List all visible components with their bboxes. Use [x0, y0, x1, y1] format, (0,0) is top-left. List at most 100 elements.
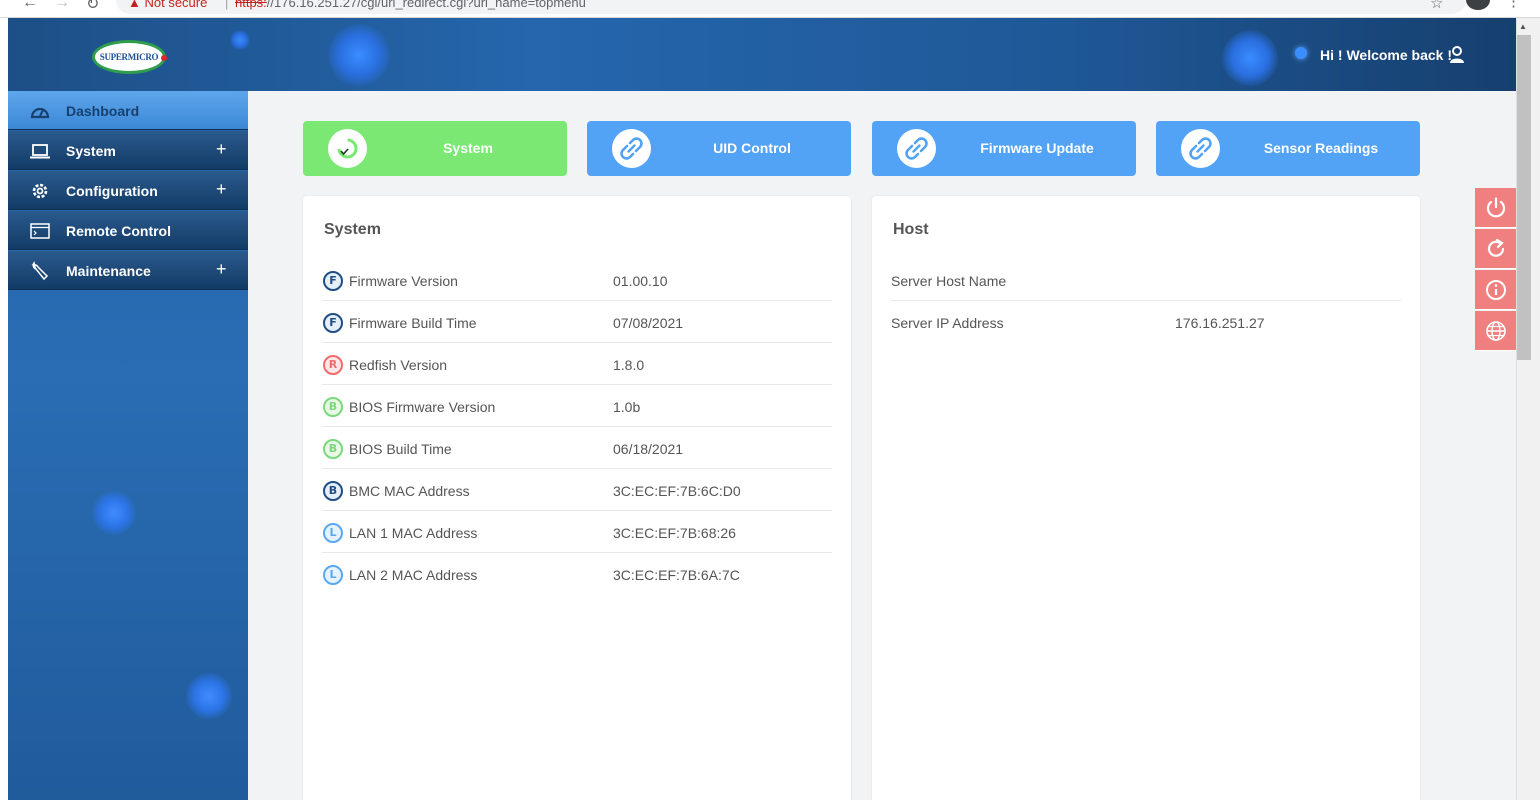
gauge-icon — [30, 107, 50, 119]
status-check-icon — [337, 138, 358, 159]
info-label: Server IP Address — [891, 315, 1004, 331]
info-row: L LAN 2 MAC Address 3C:EC:EF:7B:6A:7C — [322, 553, 832, 595]
power-button[interactable] — [1475, 188, 1516, 228]
address-url[interactable]: https://176.16.251.27/cgi/url_redirect.c… — [235, 0, 586, 10]
tile-icon-circle — [612, 129, 651, 168]
info-row: F Firmware Version 01.00.10 — [322, 259, 832, 301]
header-glow — [328, 24, 390, 86]
redfish-badge-icon: R — [323, 355, 343, 375]
language-button[interactable] — [1475, 311, 1516, 351]
tile-uid-control[interactable]: UID Control — [587, 121, 851, 176]
expand-plus-icon[interactable]: + — [216, 139, 227, 160]
tile-label: Firmware Update — [980, 140, 1094, 156]
tile-icon-circle — [328, 129, 367, 168]
status-indicator — [1295, 47, 1307, 59]
info-value: 01.00.10 — [613, 273, 668, 289]
system-info-panel: System F Firmware Version 01.00.10 F Fir… — [303, 196, 851, 800]
sidebar-item-maintenance[interactable]: Maintenance + — [8, 251, 248, 290]
sidebar-item-remote-control[interactable]: Remote Control — [8, 211, 248, 250]
info-value: 1.8.0 — [613, 357, 645, 373]
info-label: BIOS Build Time — [349, 441, 452, 457]
info-value: 3C:EC:EF:7B:68:26 — [613, 525, 736, 541]
tile-label: UID Control — [713, 140, 791, 156]
info-row: R Redfish Version 1.8.0 — [322, 343, 832, 385]
url-path: //176.16.251.27/cgi/url_redirect.cgi?url… — [266, 0, 586, 10]
info-label: LAN 1 MAC Address — [349, 525, 478, 541]
sidebar-glow — [186, 673, 232, 719]
sidebar: Dashboard System + Configuration + Remot… — [8, 91, 248, 800]
sidebar-item-label: System — [66, 143, 116, 159]
info-value: 07/08/2021 — [613, 315, 684, 331]
info-row: L LAN 1 MAC Address 3C:EC:EF:7B:68:26 — [322, 511, 832, 553]
scroll-up-arrow-icon[interactable]: ▲ — [1519, 22, 1527, 31]
bmc-app: SUPERMICRO Hi ! Welcome back ! Dashboard… — [8, 18, 1516, 800]
gear-icon — [32, 183, 48, 199]
scrollbar-thumb[interactable] — [1517, 35, 1531, 360]
browser-toolbar: ← → ↻ ▲ Not secure | https://176.16.251.… — [0, 0, 1540, 18]
info-label: Redfish Version — [349, 357, 448, 373]
tile-icon-circle — [897, 129, 936, 168]
info-value: 1.0b — [613, 399, 641, 415]
globe-icon — [1486, 321, 1506, 341]
reload-icon[interactable]: ↻ — [86, 0, 99, 14]
lan-badge-icon: L — [323, 565, 343, 585]
tile-firmware-update[interactable]: Firmware Update — [872, 121, 1136, 176]
sidebar-glow — [92, 491, 136, 535]
profile-avatar[interactable] — [1466, 0, 1490, 10]
info-label: Firmware Build Time — [349, 315, 477, 331]
wrench-icon — [31, 261, 49, 281]
link-icon — [1189, 137, 1212, 160]
tile-sensor-readings[interactable]: Sensor Readings — [1156, 121, 1420, 176]
expand-plus-icon[interactable]: + — [216, 179, 227, 200]
info-icon — [1486, 280, 1506, 300]
tile-label: Sensor Readings — [1263, 140, 1379, 156]
lan-badge-icon: L — [323, 523, 343, 543]
sidebar-item-label: Dashboard — [66, 103, 140, 119]
info-value: 3C:EC:EF:7B:6C:D0 — [613, 483, 741, 499]
info-row: F Firmware Build Time 07/08/2021 — [322, 301, 832, 343]
info-label: BIOS Firmware Version — [349, 399, 496, 415]
top-header: SUPERMICRO Hi ! Welcome back ! — [8, 18, 1516, 91]
sidebar-item-dashboard[interactable]: Dashboard — [8, 91, 248, 130]
tile-system[interactable]: System — [303, 121, 567, 176]
tile-label: System — [443, 140, 493, 156]
info-value: 06/18/2021 — [613, 441, 684, 457]
reset-button[interactable] — [1475, 229, 1516, 269]
info-label: BMC MAC Address — [349, 483, 470, 499]
sidebar-item-label: Remote Control — [66, 223, 171, 239]
back-arrow-icon[interactable]: ← — [22, 0, 38, 12]
link-icon — [905, 137, 928, 160]
welcome-message: Hi ! Welcome back ! — [1320, 47, 1453, 63]
info-label: Firmware Version — [349, 273, 458, 289]
browser-menu-icon[interactable]: ⋮ — [1506, 0, 1521, 10]
host-info-panel: Host Server Host Name Server IP Address … — [872, 196, 1420, 800]
info-row: B BMC MAC Address 3C:EC:EF:7B:6C:D0 — [322, 469, 832, 511]
refresh-icon — [1487, 238, 1505, 257]
logo-dot — [161, 55, 167, 61]
sidebar-item-system[interactable]: System + — [8, 131, 248, 170]
sidebar-item-label: Configuration — [66, 183, 158, 199]
laptop-icon — [30, 144, 50, 159]
sidebar-item-configuration[interactable]: Configuration + — [8, 171, 248, 210]
info-button[interactable] — [1475, 270, 1516, 310]
header-glow — [230, 30, 250, 50]
forward-arrow-icon[interactable]: → — [54, 0, 70, 12]
info-row: Server Host Name — [891, 259, 1401, 301]
logo-text: SUPERMICRO — [99, 52, 159, 62]
expand-plus-icon[interactable]: + — [216, 259, 227, 280]
header-glow — [1222, 30, 1278, 86]
info-value: 176.16.251.27 — [1175, 315, 1265, 331]
info-value: 3C:EC:EF:7B:6A:7C — [613, 567, 740, 583]
supermicro-logo[interactable]: SUPERMICRO — [92, 40, 167, 74]
info-label: Server Host Name — [891, 273, 1007, 289]
url-scheme: https: — [235, 0, 267, 10]
sidebar-item-label: Maintenance — [66, 263, 151, 279]
panel-title: Host — [893, 221, 929, 238]
bmc-badge-icon: B — [323, 481, 343, 501]
info-row: B BIOS Build Time 06/18/2021 — [322, 427, 832, 469]
bookmark-star-icon[interactable]: ☆ — [1430, 0, 1443, 12]
address-separator: | — [225, 0, 229, 10]
not-secure-label[interactable]: ▲ Not secure — [128, 0, 207, 10]
user-icon[interactable] — [1449, 46, 1465, 64]
bios-badge-icon: B — [323, 439, 343, 459]
